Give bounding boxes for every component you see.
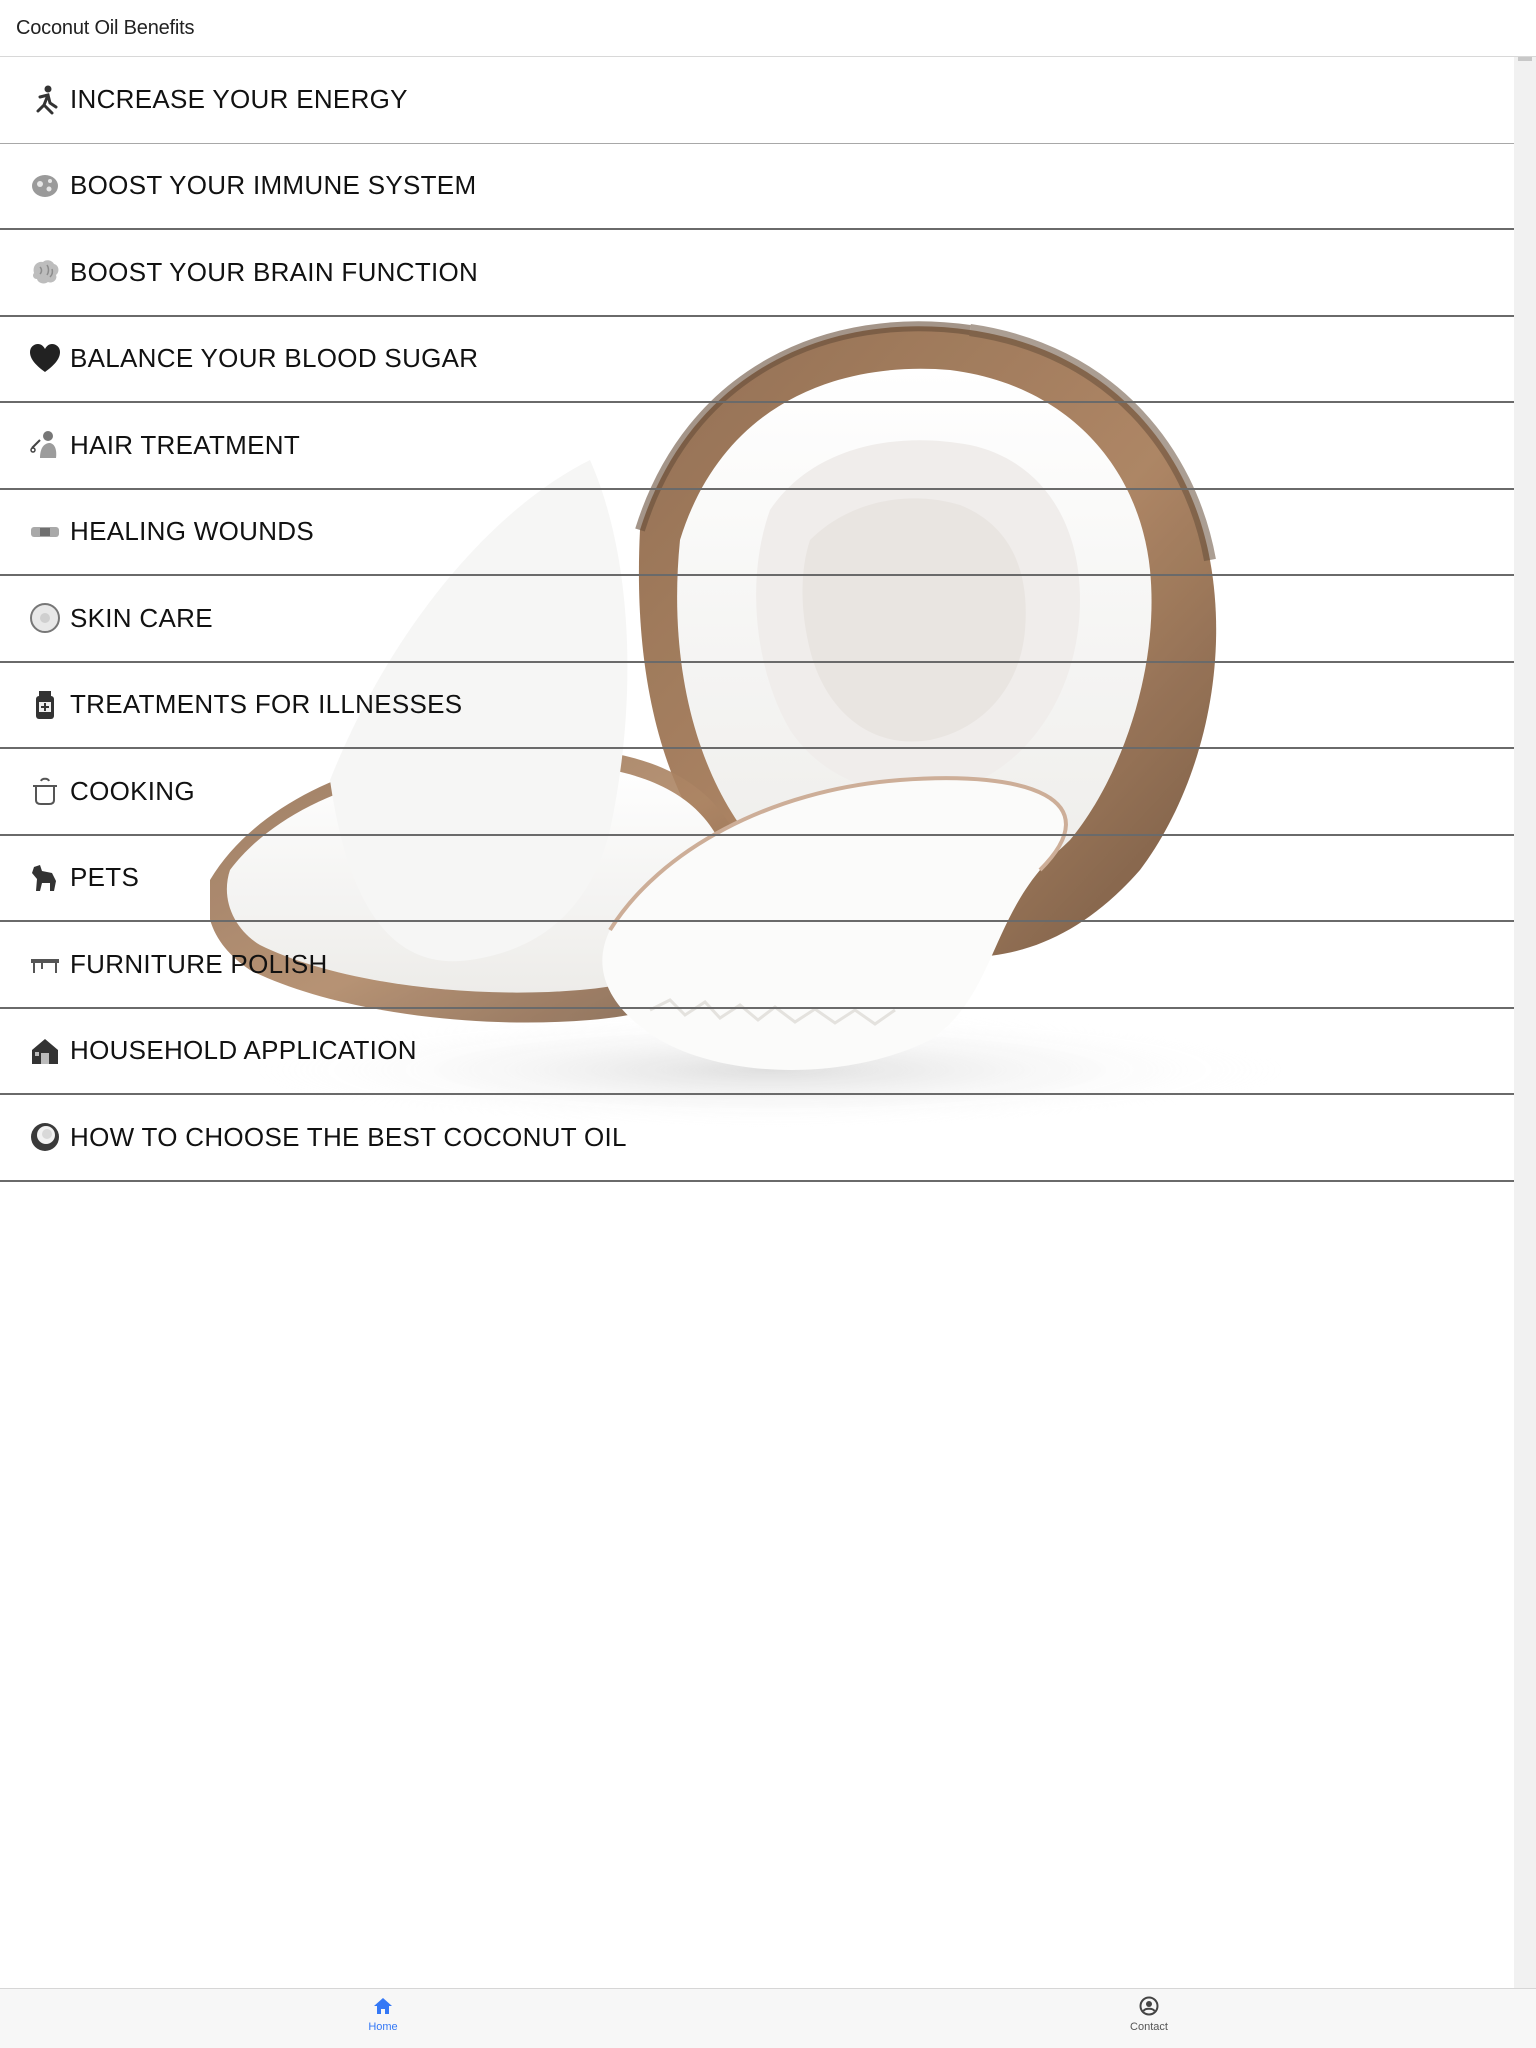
tab-contact-label: Contact: [1130, 2021, 1168, 2033]
menu-item-hair-treatment[interactable]: HAIR TREATMENT: [0, 403, 1514, 490]
menu-item-label: COOKING: [70, 775, 195, 806]
medicine-bottle-icon: [28, 688, 62, 722]
menu-item-label: HAIR TREATMENT: [70, 429, 301, 460]
menu-item-treatments-illnesses[interactable]: TREATMENTS FOR ILLNESSES: [0, 663, 1514, 749]
menu-item-label: FURNITURE POLISH: [70, 948, 328, 979]
menu-item-choose-coconut-oil[interactable]: HOW TO CHOOSE THE BEST COCONUT OIL: [0, 1095, 1514, 1182]
menu-item-household[interactable]: HOUSEHOLD APPLICATION: [0, 1009, 1514, 1095]
dog-icon: [28, 861, 62, 895]
menu-item-label: PETS: [70, 862, 140, 893]
menu-item-blood-sugar[interactable]: BALANCE YOUR BLOOD SUGAR: [0, 317, 1514, 403]
menu-item-pets[interactable]: PETS: [0, 836, 1514, 922]
menu-item-label: BOOST YOUR BRAIN FUNCTION: [70, 256, 479, 287]
bottom-tab-bar: Home Contact: [0, 1988, 1536, 2048]
scrollbar[interactable]: [1514, 57, 1536, 1989]
menu-item-label: TREATMENTS FOR ILLNESSES: [70, 689, 463, 720]
menu-item-label: BALANCE YOUR BLOOD SUGAR: [70, 343, 479, 374]
menu-item-label: SKIN CARE: [70, 602, 213, 633]
menu-item-furniture-polish[interactable]: FURNITURE POLISH: [0, 922, 1514, 1009]
scrollbar-thumb[interactable]: [1518, 57, 1532, 61]
person-circle-icon: [1139, 1996, 1159, 2016]
menu-item-label: HOW TO CHOOSE THE BEST COCONUT OIL: [70, 1121, 627, 1152]
menu-item-immune-system[interactable]: BOOST YOUR IMMUNE SYSTEM: [0, 144, 1514, 230]
menu-item-label: BOOST YOUR IMMUNE SYSTEM: [70, 170, 477, 201]
menu-item-label: INCREASE YOUR ENERGY: [70, 84, 408, 115]
menu-item-skin-care[interactable]: SKIN CARE: [0, 576, 1514, 663]
menu-item-label: HEALING WOUNDS: [70, 516, 315, 547]
menu-item-healing-wounds[interactable]: HEALING WOUNDS: [0, 490, 1514, 576]
app-screen: Coconut Oil Benefits INCREASE YOUR ENERG…: [0, 0, 1536, 2048]
home-icon: [374, 1998, 392, 2014]
microbe-icon: [28, 169, 62, 203]
coconut-icon: [28, 1120, 62, 1154]
heart-icon: [28, 342, 62, 376]
tab-home-label: Home: [368, 2021, 398, 2033]
menu-item-cooking[interactable]: COOKING: [0, 749, 1514, 836]
haircut-icon: [28, 428, 62, 462]
menu-item-increase-energy[interactable]: INCREASE YOUR ENERGY: [0, 57, 1514, 144]
runner-icon: [28, 83, 62, 117]
table-icon: [28, 947, 62, 981]
app-header: Coconut Oil Benefits: [0, 0, 1536, 57]
menu-item-brain-function[interactable]: BOOST YOUR BRAIN FUNCTION: [0, 230, 1514, 317]
page-title: Coconut Oil Benefits: [16, 17, 195, 39]
bandage-icon: [28, 515, 62, 549]
house-icon: [28, 1034, 62, 1068]
menu-item-label: HOUSEHOLD APPLICATION: [70, 1035, 417, 1066]
brain-icon: [28, 255, 62, 289]
cooking-pot-icon: [28, 774, 62, 808]
tab-contact[interactable]: Contact: [1089, 1995, 1209, 2045]
face-icon: [28, 601, 62, 635]
benefits-menu-list: INCREASE YOUR ENERGY BOOST YOUR IMMUNE S…: [0, 57, 1514, 1182]
tab-home[interactable]: Home: [323, 1995, 443, 2045]
